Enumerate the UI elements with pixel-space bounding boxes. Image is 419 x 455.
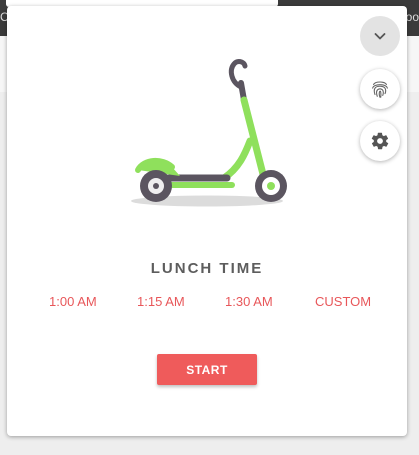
chevron-down-icon bbox=[374, 33, 386, 40]
collapse-button[interactable] bbox=[360, 16, 400, 56]
time-option-1-30-am[interactable]: 1:30 AM bbox=[225, 294, 273, 309]
time-option-1-00-am[interactable]: 1:00 AM bbox=[49, 294, 97, 309]
time-option-custom[interactable]: CUSTOM bbox=[315, 294, 371, 309]
start-button[interactable]: START bbox=[157, 354, 257, 385]
settings-button[interactable] bbox=[360, 121, 400, 161]
gear-icon bbox=[371, 132, 389, 150]
scooter-illustration bbox=[131, 59, 287, 207]
timer-title: LUNCH TIME bbox=[150, 260, 264, 277]
background-text-fragment: oo bbox=[405, 10, 419, 24]
timer-popup: LUNCH TIME 1:00 AM 1:15 AM 1:30 AM CUSTO… bbox=[7, 6, 407, 436]
fingerprint-icon bbox=[372, 81, 388, 98]
fingerprint-button[interactable] bbox=[360, 69, 400, 109]
time-option-1-15-am[interactable]: 1:15 AM bbox=[137, 294, 185, 309]
